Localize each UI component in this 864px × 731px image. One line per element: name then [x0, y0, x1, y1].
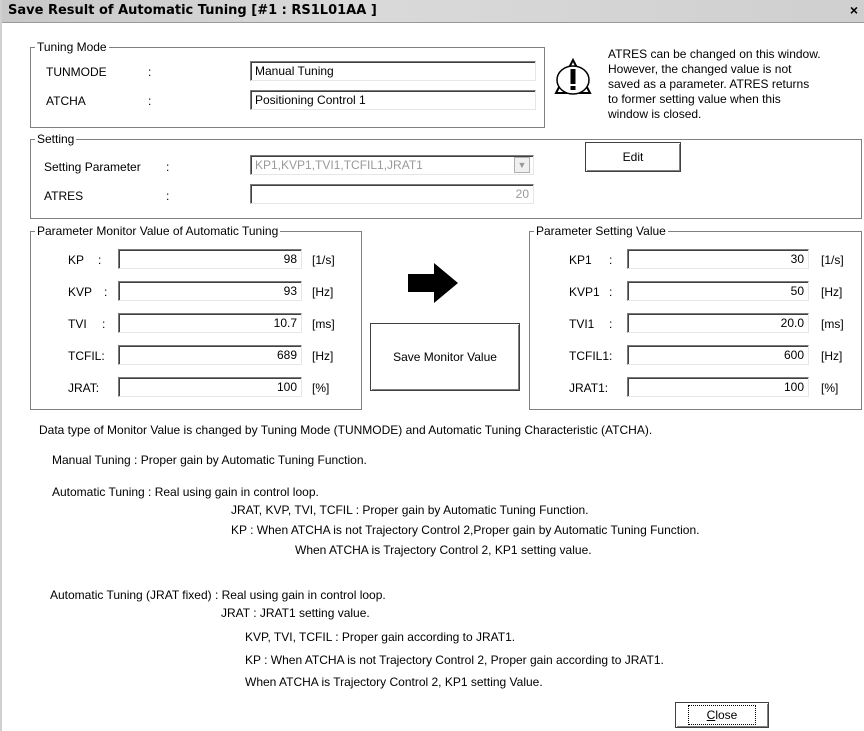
notice-text: ATRES can be changed on this window. How… [608, 47, 821, 122]
tcfil-field[interactable]: 689 [118, 345, 302, 365]
notice-line: to former setting value when this [608, 92, 781, 106]
jrat1-label: JRAT1: [569, 381, 609, 395]
kvp1-colon: : [609, 285, 613, 299]
jrat1-field[interactable]: 100 [627, 377, 809, 397]
close-button-rest: lose [715, 708, 738, 722]
close-button-label: Close [687, 705, 757, 725]
notice-line: window is closed. [608, 107, 702, 121]
info-line: Data type of Monitor Value is changed by… [39, 423, 653, 437]
kvp-label: KVP [68, 285, 93, 299]
kp-field[interactable]: 98 [118, 249, 302, 269]
info-line: Automatic Tuning : Real using gain in co… [52, 485, 319, 499]
tvi-unit: [ms] [312, 317, 335, 331]
edit-button[interactable]: Edit [585, 142, 681, 172]
dialog-window: Save Result of Automatic Tuning [#1 : RS… [0, 0, 864, 731]
jrat1-unit: [%] [821, 381, 839, 395]
info-line: KP : When ATCHA is not Trajectory Contro… [245, 653, 664, 667]
atcha-label: ATCHA [46, 94, 86, 108]
monitor-row-kvp: KVP : 93 [Hz] [30, 281, 360, 303]
setting-row-jrat1: JRAT1: 100 [%] [529, 377, 860, 399]
tunmode-label: TUNMODE [46, 65, 107, 79]
monitor-row-kp: KP : 98 [1/s] [30, 249, 360, 271]
info-line: KP : When ATCHA is not Trajectory Contro… [231, 523, 700, 537]
tvi-label: TVI [68, 317, 87, 331]
atres-label: ATRES [44, 189, 84, 203]
tunmode-field[interactable]: Manual Tuning [250, 61, 536, 81]
warning-icon [554, 57, 592, 96]
tvi1-field[interactable]: 20.0 [627, 313, 809, 333]
tvi-field[interactable]: 10.7 [118, 313, 302, 333]
kvp-colon: : [104, 285, 108, 299]
tvi1-colon: : [609, 317, 613, 331]
setting-row-kvp1: KVP1 : 50 [Hz] [529, 281, 860, 303]
kp1-unit: [1/s] [821, 253, 844, 267]
info-line: Automatic Tuning (JRAT fixed) : Real usi… [50, 588, 386, 602]
tcfil-unit: [Hz] [312, 349, 334, 363]
tvi-colon: : [102, 317, 106, 331]
info-line: JRAT, KVP, TVI, TCFIL : Proper gain by A… [231, 503, 589, 517]
info-line: Manual Tuning : Proper gain by Automatic… [52, 453, 367, 467]
monitor-row-tcfil: TCFIL: 689 [Hz] [30, 345, 360, 367]
kvp-unit: [Hz] [312, 285, 334, 299]
kp-colon: : [98, 253, 102, 267]
window-title: Save Result of Automatic Tuning [#1 : RS… [8, 3, 377, 18]
monitor-row-jrat: JRAT: 100 [%] [30, 377, 360, 399]
tuning-mode-group: Tuning Mode [30, 40, 545, 128]
kvp1-field[interactable]: 50 [627, 281, 809, 301]
tuning-mode-legend: Tuning Mode [35, 40, 109, 54]
info-line: When ATCHA is Trajectory Control 2, KP1 … [245, 675, 543, 689]
close-icon[interactable]: × [846, 2, 862, 18]
chevron-down-icon[interactable]: ▼ [514, 157, 530, 173]
setting-parameter-select[interactable]: KP1,KVP1,TVI1,TCFIL1,JRAT1 [250, 155, 534, 175]
monitor-row-tvi: TVI : 10.7 [ms] [30, 313, 360, 335]
monitor-legend: Parameter Monitor Value of Automatic Tun… [35, 224, 281, 238]
kp1-colon: : [609, 253, 613, 267]
right-arrow-icon [406, 261, 460, 305]
tcfil1-label: TCFIL1: [569, 349, 613, 363]
setting-row-tcfil1: TCFIL1: 600 [Hz] [529, 345, 860, 367]
setting-value-legend: Parameter Setting Value [534, 224, 668, 238]
kvp1-label: KVP1 [569, 285, 600, 299]
setting-parameter-label: Setting Parameter [44, 160, 141, 174]
setting-row-kp1: KP1 : 30 [1/s] [529, 249, 860, 271]
tcfil1-field[interactable]: 600 [627, 345, 809, 365]
setting-parameter-colon: : [166, 160, 170, 174]
kp-label: KP [68, 253, 85, 267]
tvi1-label: TVI1 [569, 317, 595, 331]
atres-field[interactable]: 20 [250, 184, 534, 204]
title-bar[interactable]: Save Result of Automatic Tuning [#1 : RS… [2, 0, 864, 23]
kvp1-unit: [Hz] [821, 285, 843, 299]
tunmode-colon: : [148, 65, 152, 79]
atcha-colon: : [148, 94, 152, 108]
tcfil-label: TCFIL: [68, 349, 105, 363]
tcfil1-unit: [Hz] [821, 349, 843, 363]
jrat-label: JRAT: [68, 381, 100, 395]
tvi1-unit: [ms] [821, 317, 844, 331]
notice-line: ATRES can be changed on this window. [608, 47, 821, 61]
jrat-unit: [%] [312, 381, 330, 395]
kp1-field[interactable]: 30 [627, 249, 809, 269]
save-monitor-value-button[interactable]: Save Monitor Value [370, 323, 520, 391]
jrat-field[interactable]: 100 [118, 377, 302, 397]
atres-colon: : [166, 189, 170, 203]
info-line: JRAT : JRAT1 setting value. [221, 606, 370, 620]
kvp-field[interactable]: 93 [118, 281, 302, 301]
setting-group: Setting [30, 132, 862, 219]
setting-legend: Setting [35, 132, 77, 146]
info-line: KVP, TVI, TCFIL : Proper gain according … [245, 630, 516, 644]
notice-line: However, the changed value is not [608, 62, 792, 76]
notice-line: saved as a parameter. ATRES returns [608, 77, 810, 91]
atcha-field[interactable]: Positioning Control 1 [250, 90, 536, 110]
setting-row-tvi1: TVI1 : 20.0 [ms] [529, 313, 860, 335]
kp1-label: KP1 [569, 253, 592, 267]
kp-unit: [1/s] [312, 253, 335, 267]
info-line: When ATCHA is Trajectory Control 2, KP1 … [295, 543, 592, 557]
close-button[interactable]: Close [675, 702, 769, 728]
